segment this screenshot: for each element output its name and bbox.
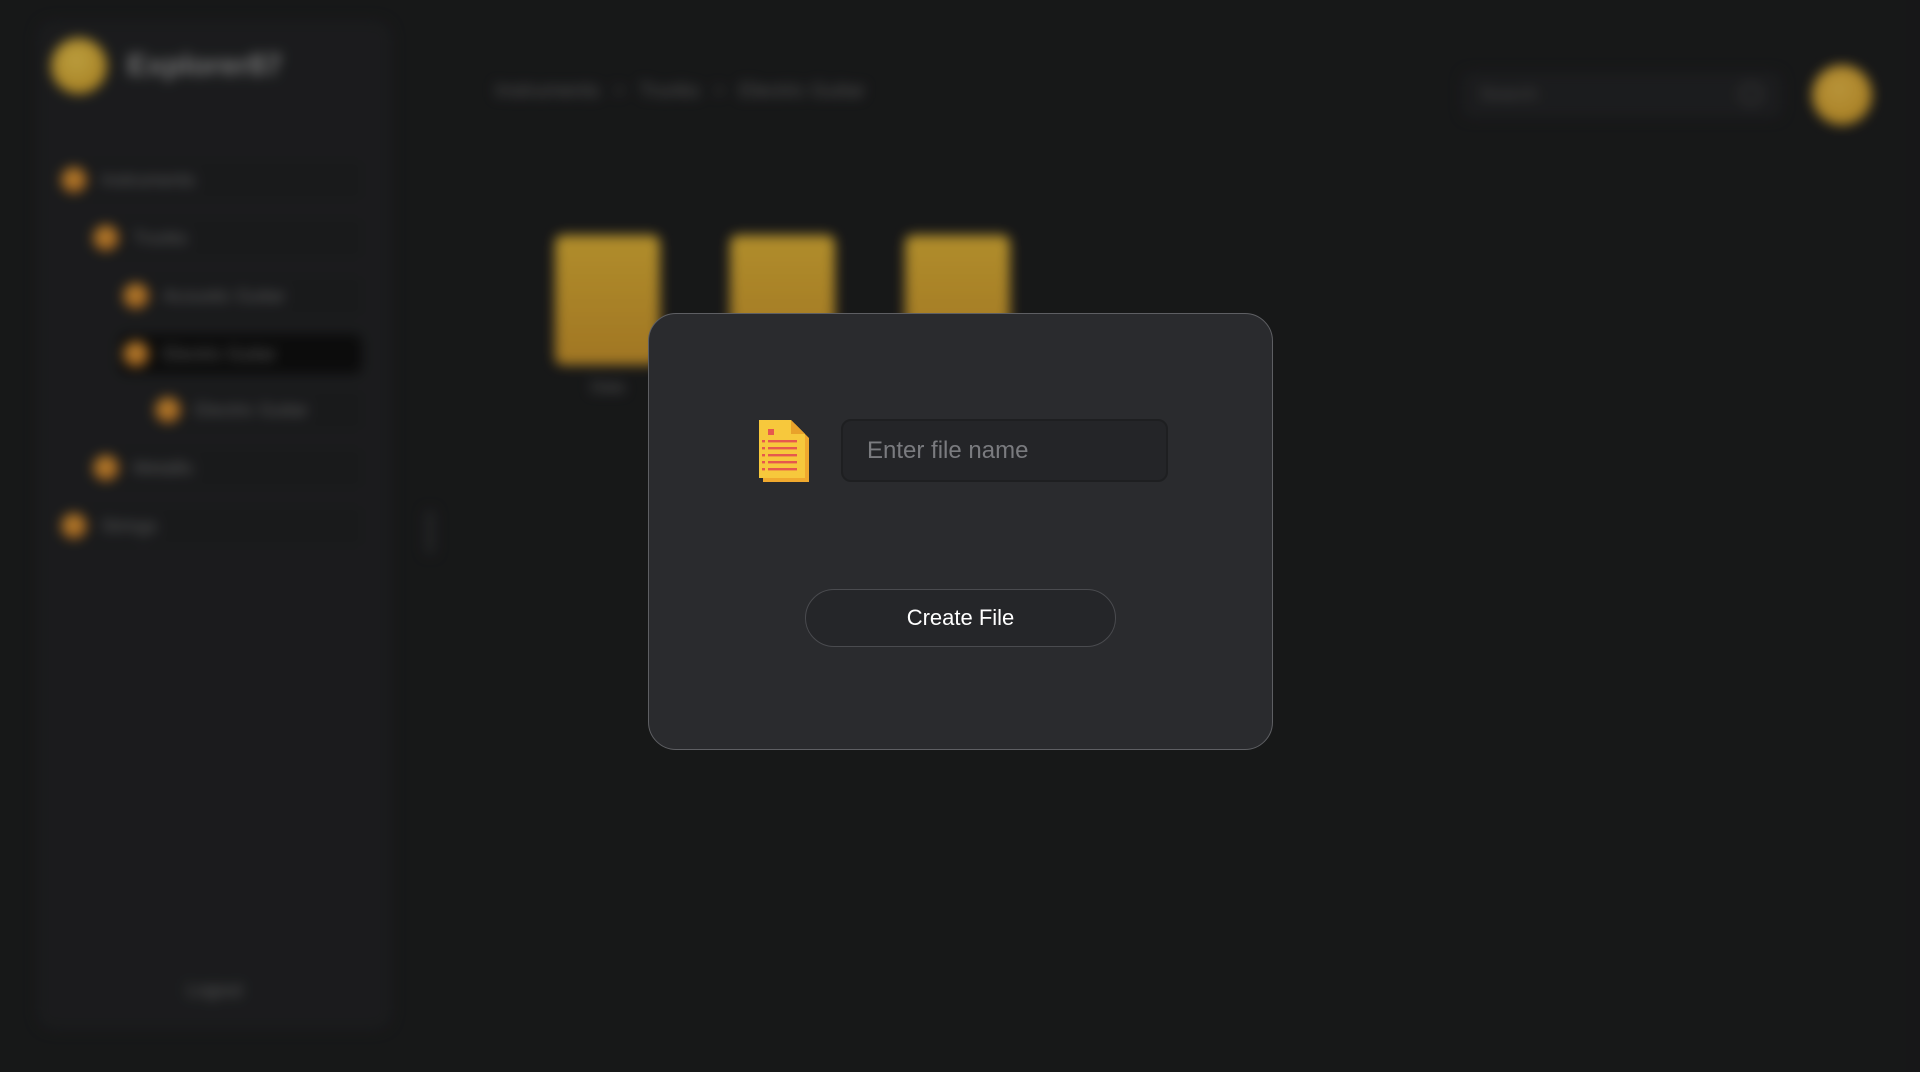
create-file-dialog: Create File bbox=[648, 313, 1273, 750]
create-file-button[interactable]: Create File bbox=[805, 589, 1116, 647]
file-name-input[interactable] bbox=[841, 419, 1168, 482]
document-icon bbox=[759, 420, 809, 482]
